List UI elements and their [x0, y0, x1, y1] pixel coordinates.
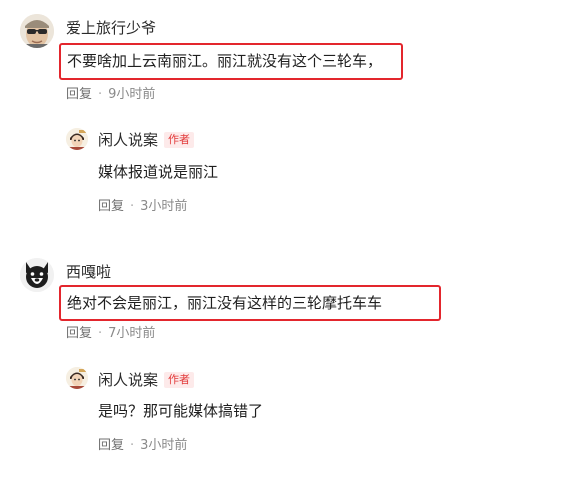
meta-separator: ·	[98, 326, 103, 341]
reply-button[interactable]: 回复	[66, 326, 92, 341]
meta-separator: ·	[130, 438, 135, 453]
reply-button[interactable]: 回复	[98, 199, 124, 214]
reply-time: 3小时前	[140, 438, 188, 453]
avatar-dog-icon	[20, 258, 54, 292]
comment-username[interactable]: 爱上旅行少爷	[66, 18, 156, 38]
author-tag: 作者	[164, 372, 194, 388]
meta-separator: ·	[130, 199, 135, 214]
comment-meta: 回复 · 7小时前	[66, 325, 155, 343]
reply-time: 3小时前	[140, 199, 188, 214]
comment-text: 绝对不会是丽江，丽江没有这样的三轮摩托车车	[67, 294, 383, 312]
comment-thread: 爱上旅行少爷 不要啥加上云南丽江。丽江就没有这个三轮车， 回复 · 9小时前 闲人说…	[0, 0, 586, 478]
author-avatar[interactable]	[66, 128, 88, 150]
avatar-sunglasses-icon	[20, 14, 54, 48]
reply-text: 媒体报道说是丽江	[98, 163, 219, 181]
reply-username[interactable]: 闲人说案	[98, 130, 158, 150]
meta-separator: ·	[98, 87, 103, 102]
comment-time: 9小时前	[108, 87, 156, 102]
comment-username[interactable]: 西嘎啦	[66, 262, 111, 282]
reply-username[interactable]: 闲人说案	[98, 370, 158, 390]
comment-text: 不要啥加上云南丽江。丽江就没有这个三轮车，	[67, 52, 383, 70]
reply-text: 是吗？那可能媒体搞错了	[98, 402, 264, 420]
comment-meta: 回复 · 9小时前	[66, 86, 155, 104]
author-tag: 作者	[164, 132, 194, 148]
reply-meta: 回复 · 3小时前	[98, 437, 187, 455]
user-avatar-2[interactable]	[20, 258, 54, 292]
reply-button[interactable]: 回复	[98, 438, 124, 453]
reply-button[interactable]: 回复	[66, 87, 92, 102]
author-avatar[interactable]	[66, 367, 88, 389]
reply-meta: 回复 · 3小时前	[98, 198, 187, 216]
user-avatar-1[interactable]	[20, 14, 54, 48]
author-avatar-icon	[66, 367, 88, 389]
comment-time: 7小时前	[108, 326, 156, 341]
author-avatar-icon	[66, 128, 88, 150]
